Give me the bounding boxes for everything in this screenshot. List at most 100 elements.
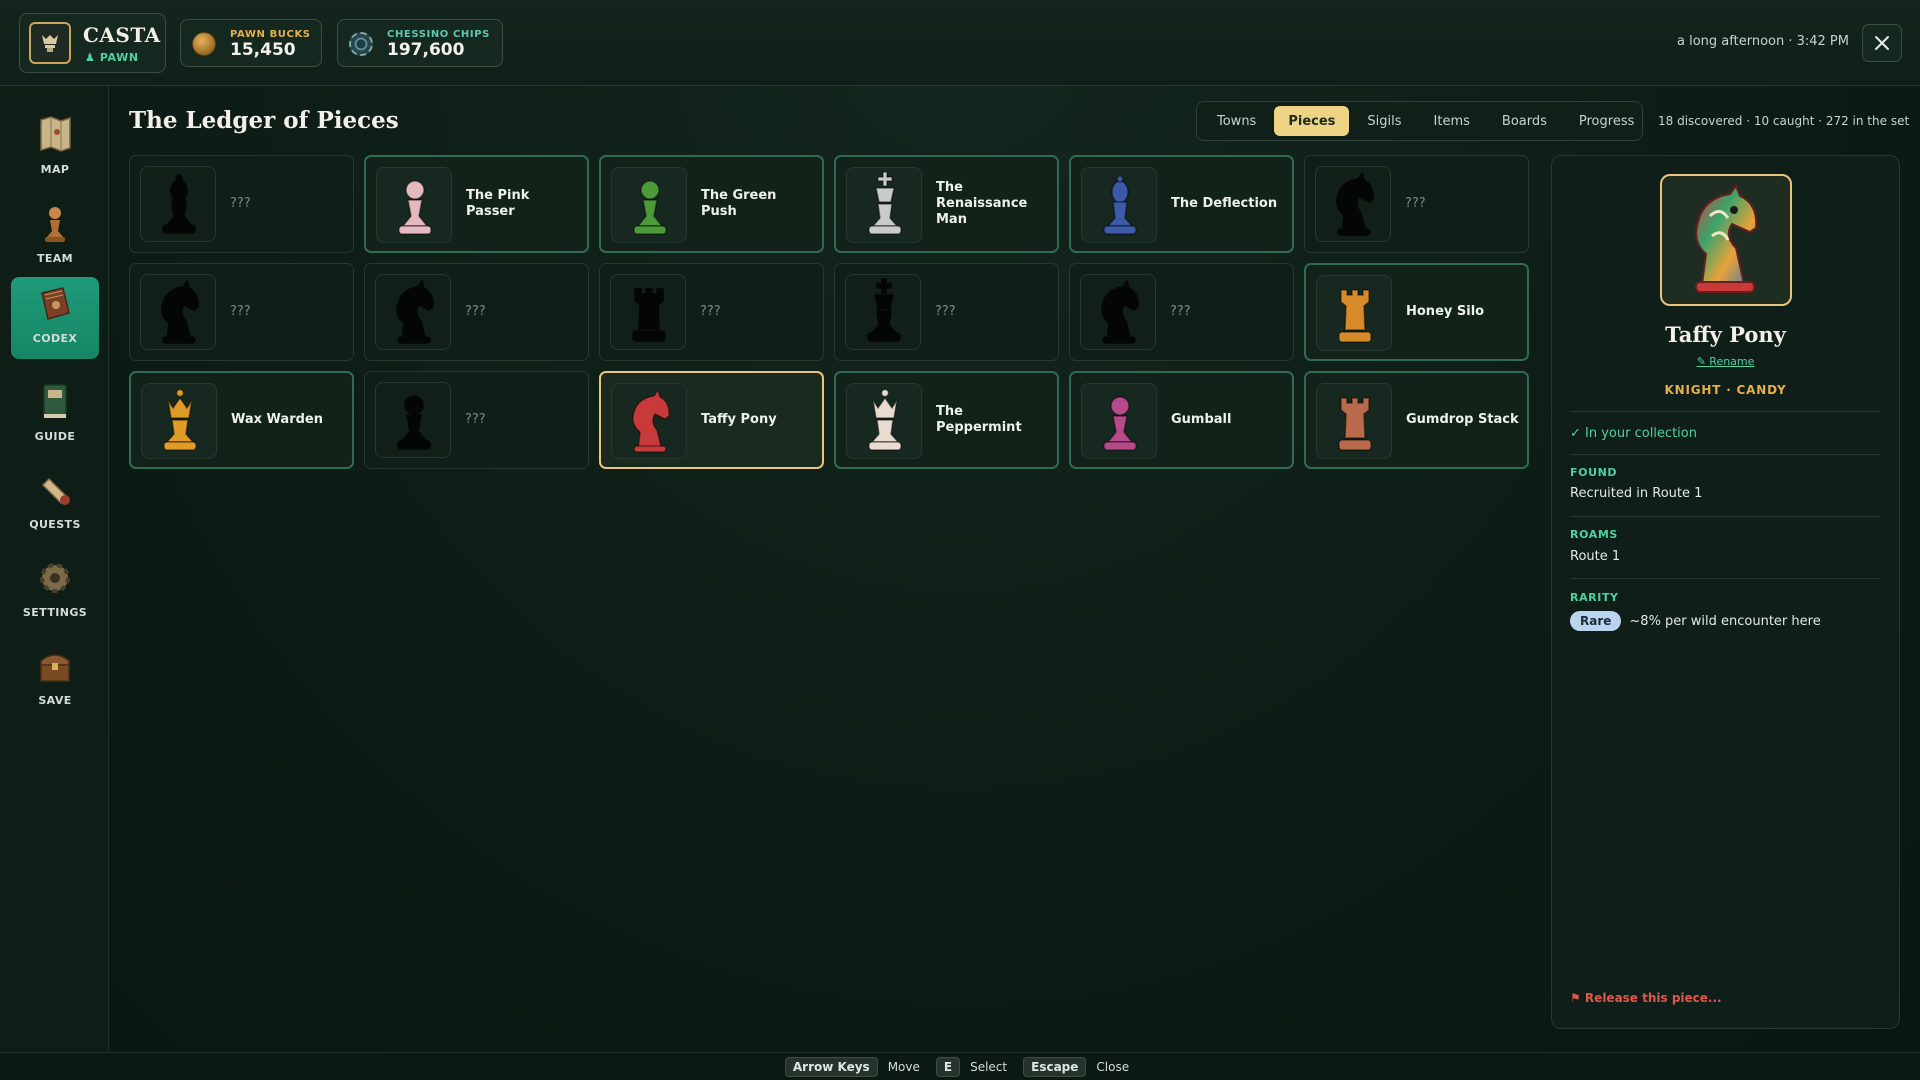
piece-card[interactable]: Wax Warden: [129, 371, 354, 469]
key-hint-escape: Escape: [1023, 1056, 1087, 1077]
coin-icon: [192, 32, 216, 56]
tab-pieces[interactable]: Pieces: [1274, 106, 1350, 136]
divider: [1570, 578, 1881, 579]
knight-piece-icon: [1695, 183, 1758, 293]
rook-piece-icon: [632, 288, 666, 342]
divider: [1570, 516, 1881, 517]
pawn-bucks-value: 15,450: [230, 40, 296, 60]
piece-card[interactable]: Taffy Pony: [599, 371, 824, 469]
rarity-label: RARITY: [1570, 591, 1619, 604]
knight-piece-icon: [1101, 279, 1139, 344]
tab-boards[interactable]: Boards: [1488, 106, 1561, 136]
tab-towns[interactable]: Towns: [1203, 106, 1270, 136]
detail-piece-name: Taffy Pony: [1665, 322, 1786, 347]
map-scroll-icon: [40, 116, 71, 152]
piece-card[interactable]: The Pink Passer: [364, 155, 589, 253]
guide-book-icon: [43, 384, 67, 418]
piece-name: Taffy Pony: [701, 411, 777, 427]
key-action-move: Move: [887, 1059, 920, 1074]
sidebar-item-save[interactable]: SAVE: [11, 639, 99, 721]
chessino-chips-label: CHESSINO CHIPS: [387, 29, 490, 40]
piece-card[interactable]: ???: [129, 155, 354, 253]
close-button[interactable]: [1862, 24, 1902, 62]
sidebar-item-label: SETTINGS: [22, 606, 88, 619]
piece-portrait: [1315, 166, 1391, 242]
piece-card[interactable]: ???: [1069, 263, 1294, 361]
piece-name: ???: [230, 303, 251, 319]
found-label: FOUND: [1570, 466, 1618, 479]
release-piece-link[interactable]: ⚑ Release this piece...: [1570, 991, 1722, 1005]
detail-portrait: [1660, 174, 1792, 306]
rook-piece-icon: [1338, 289, 1372, 343]
player-name: CASTA: [83, 23, 161, 47]
piece-card[interactable]: ???: [129, 263, 354, 361]
piece-portrait: [375, 382, 451, 458]
piece-card[interactable]: The Renaissance Man: [834, 155, 1059, 253]
knight-piece-icon: [1336, 171, 1374, 236]
detail-piece-class: KNIGHT · CANDY: [1664, 383, 1787, 397]
tab-progress[interactable]: Progress: [1565, 106, 1648, 136]
rename-link[interactable]: ✎ Rename: [1552, 355, 1899, 368]
piece-card[interactable]: ???: [1304, 155, 1529, 253]
sidebar-item-settings[interactable]: SETTINGS: [11, 551, 99, 633]
tab-sigils[interactable]: Sigils: [1353, 106, 1415, 136]
sidebar-item-codex[interactable]: CODEX: [11, 277, 99, 359]
tab-items[interactable]: Items: [1420, 106, 1484, 136]
piece-card[interactable]: ???: [834, 263, 1059, 361]
key-hints-footer: Arrow Keys Move E Select Escape Close: [0, 1052, 1920, 1080]
piece-portrait: [1080, 274, 1156, 350]
sidebar-item-team[interactable]: TEAM: [11, 197, 99, 279]
top-bar: CASTA ♟ PAWN PAWN BUCKS 15,450 CHESSINO …: [0, 0, 1920, 86]
piece-name: ???: [230, 195, 251, 211]
piece-name: The Deflection: [1171, 195, 1278, 211]
piece-name: Gumdrop Stack: [1406, 411, 1519, 427]
sidebar-item-guide[interactable]: GUIDE: [11, 375, 99, 457]
piece-card[interactable]: The Deflection: [1069, 155, 1294, 253]
piece-portrait: [376, 167, 452, 243]
sidebar-item-map[interactable]: MAP: [11, 108, 99, 190]
queen-piece-icon: [163, 388, 197, 451]
player-badge[interactable]: CASTA ♟ PAWN: [19, 13, 166, 73]
set-stats: 18 discovered · 10 caught · 272 in the s…: [1658, 114, 1910, 128]
piece-card[interactable]: Gumball: [1069, 371, 1294, 469]
rarity-row: Rare ~8% per wild encounter here: [1570, 611, 1821, 631]
piece-card[interactable]: ???: [364, 263, 589, 361]
rarity-text: ~8% per wild encounter here: [1629, 613, 1821, 629]
casino-chip-icon: [349, 32, 373, 56]
collection-status: ✓ In your collection: [1570, 426, 1697, 441]
knight-piece-icon: [632, 388, 670, 453]
game-clock: a long afternoon · 3:42 PM: [1677, 34, 1849, 49]
piece-name: The Renaissance Man: [936, 179, 1028, 228]
piece-card[interactable]: ???: [364, 371, 589, 469]
sidebar-item-label: SAVE: [38, 694, 72, 707]
sidebar-item-quests[interactable]: QUESTS: [11, 463, 99, 545]
codex-tabs: Towns Pieces Sigils Items Boards Progres…: [1196, 101, 1643, 141]
piece-portrait: [140, 274, 216, 350]
piece-portrait: [1081, 167, 1157, 243]
piece-card[interactable]: The Green Push: [599, 155, 824, 253]
piece-portrait: [140, 166, 216, 242]
key-hint-e: E: [935, 1056, 961, 1077]
sidebar-item-label: QUESTS: [29, 518, 81, 531]
key-hint-arrows: Arrow Keys: [784, 1056, 878, 1077]
key-action-close: Close: [1096, 1059, 1130, 1074]
key-action-select: Select: [970, 1059, 1008, 1074]
rook-piece-icon: [1338, 397, 1372, 451]
piece-name: ???: [700, 303, 721, 319]
book-icon: [41, 287, 70, 320]
piece-card[interactable]: Honey Silo: [1304, 263, 1529, 361]
piece-portrait: [611, 167, 687, 243]
piece-name: Gumball: [1171, 411, 1232, 427]
piece-name: The Pink Passer: [466, 187, 530, 219]
gear-icon: [40, 563, 70, 593]
piece-portrait: [141, 383, 217, 459]
found-value: Recruited in Route 1: [1570, 486, 1703, 501]
piece-card[interactable]: Gumdrop Stack: [1304, 371, 1529, 469]
sidebar: MAP TEAM CODEX GUIDE QUESTS SETTINGS SAV…: [0, 86, 109, 1052]
chessino-chips-display: CHESSINO CHIPS 197,600: [337, 19, 503, 67]
piece-card[interactable]: The Peppermint: [834, 371, 1059, 469]
divider: [1570, 411, 1881, 412]
pawn-piece-icon: [398, 180, 432, 235]
piece-card[interactable]: ???: [599, 263, 824, 361]
piece-portrait: [610, 274, 686, 350]
